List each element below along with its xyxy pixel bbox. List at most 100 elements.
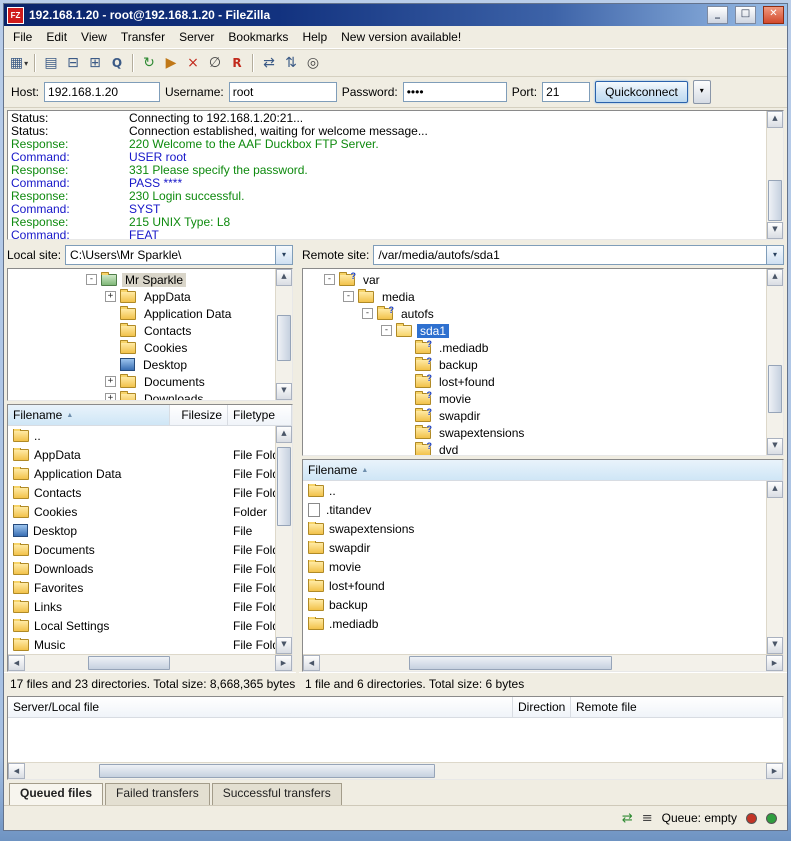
remote-tree-item-selected[interactable]: -sda1 — [303, 322, 766, 339]
column-header-filetype[interactable]: Filetype — [228, 405, 292, 425]
scroll-up-icon[interactable]: ▲ — [276, 269, 292, 286]
collapse-icon[interactable]: - — [324, 274, 335, 285]
title-bar[interactable]: FZ 192.168.1.20 - root@192.168.1.20 - Fi… — [4, 4, 787, 26]
local-list-vertical-scrollbar[interactable]: ▲ ▼ — [275, 426, 292, 654]
file-row[interactable]: swapextensions — [303, 519, 766, 538]
minimize-button[interactable]: _ — [707, 6, 728, 24]
filezilla-app-icon[interactable]: FZ — [7, 7, 24, 24]
file-row[interactable]: AppDataFile Folder — [8, 445, 275, 464]
refresh-button[interactable]: ↻ — [138, 52, 160, 74]
column-header-filename[interactable]: Filename▲ — [8, 405, 170, 425]
remote-site-combo[interactable]: /var/media/autofs/sda1 ▾ — [373, 245, 784, 265]
scrollbar-thumb[interactable] — [99, 764, 434, 778]
remote-tree-item[interactable]: .mediadb — [303, 339, 766, 356]
menu-file[interactable]: File — [6, 27, 39, 47]
file-row[interactable]: .titandev — [303, 500, 766, 519]
menu-bookmarks[interactable]: Bookmarks — [221, 27, 295, 47]
file-row[interactable]: LinksFile Folder — [8, 597, 275, 616]
local-tree-item[interactable]: Contacts — [8, 322, 275, 339]
file-row[interactable]: .. — [8, 426, 275, 445]
remote-list-vertical-scrollbar[interactable]: ▲ ▼ — [766, 481, 783, 654]
collapse-icon[interactable]: - — [343, 291, 354, 302]
scroll-left-icon[interactable]: ◀ — [303, 655, 320, 671]
column-header-remote-file[interactable]: Remote file — [571, 697, 783, 717]
file-row[interactable]: FavoritesFile Folder — [8, 578, 275, 597]
local-tree-item[interactable]: Application Data — [8, 305, 275, 322]
local-site-combo[interactable]: C:\Users\Mr Sparkle\ ▾ — [65, 245, 293, 265]
scrollbar-thumb[interactable] — [768, 180, 782, 221]
file-row[interactable]: MusicFile Folder — [8, 635, 275, 654]
collapse-icon[interactable]: - — [381, 325, 392, 336]
toggle-remote-tree-button[interactable]: ⊞ — [84, 52, 106, 74]
remote-tree-item[interactable]: dvd — [303, 441, 766, 455]
scrollbar-track[interactable] — [320, 655, 766, 671]
menu-view[interactable]: View — [74, 27, 114, 47]
cancel-button[interactable]: × — [182, 52, 204, 74]
collapse-icon[interactable]: - — [86, 274, 97, 285]
file-row[interactable]: Application DataFile Folder — [8, 464, 275, 483]
local-tree-item[interactable]: +Downloads — [8, 390, 275, 400]
local-list-horizontal-scrollbar[interactable]: ◀ ▶ — [8, 654, 292, 671]
scroll-right-icon[interactable]: ▶ — [766, 655, 783, 671]
scrollbar-track[interactable] — [767, 128, 783, 222]
password-input[interactable] — [403, 82, 507, 102]
scrollbar-track[interactable] — [25, 655, 275, 671]
reconnect-button[interactable]: R — [226, 52, 248, 74]
tab-failed-transfers[interactable]: Failed transfers — [105, 783, 210, 807]
local-tree-vertical-scrollbar[interactable]: ▲ ▼ — [275, 269, 292, 400]
remote-list-horizontal-scrollbar[interactable]: ◀ ▶ — [303, 654, 783, 671]
host-input[interactable] — [44, 82, 160, 102]
local-tree-item[interactable]: Desktop — [8, 356, 275, 373]
scrollbar-thumb[interactable] — [88, 656, 170, 670]
scrollbar-track[interactable] — [276, 443, 292, 637]
file-row[interactable]: CookiesFolder — [8, 502, 275, 521]
remote-tree-item[interactable]: backup — [303, 356, 766, 373]
scroll-up-icon[interactable]: ▲ — [767, 111, 783, 128]
column-header-filesize[interactable]: Filesize — [170, 405, 228, 425]
file-row[interactable]: .mediadb — [303, 614, 766, 633]
file-row[interactable]: .. — [303, 481, 766, 500]
scroll-down-icon[interactable]: ▼ — [767, 438, 783, 455]
file-row[interactable]: DesktopFile — [8, 521, 275, 540]
expand-icon[interactable]: + — [105, 376, 116, 387]
scrollbar-track[interactable] — [767, 498, 783, 637]
log-vertical-scrollbar[interactable]: ▲ ▼ — [766, 111, 783, 239]
sync-browsing-button[interactable]: ⇅ — [280, 52, 302, 74]
menu-help[interactable]: Help — [295, 27, 334, 47]
local-tree-item[interactable]: +Documents — [8, 373, 275, 390]
port-input[interactable] — [542, 82, 590, 102]
chevron-down-icon[interactable]: ▾ — [766, 246, 783, 264]
remote-tree-item[interactable]: swapdir — [303, 407, 766, 424]
directory-listing-icon[interactable]: ≡ — [642, 811, 653, 826]
scroll-up-icon[interactable]: ▲ — [767, 269, 783, 286]
quickconnect-dropdown-button[interactable]: ▾ — [693, 80, 711, 104]
scroll-right-icon[interactable]: ▶ — [766, 763, 783, 779]
local-tree-item[interactable]: -Mr Sparkle — [8, 271, 275, 288]
expand-icon[interactable]: + — [105, 393, 116, 400]
file-row[interactable]: Local SettingsFile Folder — [8, 616, 275, 635]
file-row[interactable]: backup — [303, 595, 766, 614]
remote-tree-item[interactable]: swapextensions — [303, 424, 766, 441]
tab-successful-transfers[interactable]: Successful transfers — [212, 783, 342, 807]
tab-queued-files[interactable]: Queued files — [9, 783, 103, 807]
queue-empty-area[interactable] — [8, 718, 783, 762]
scrollbar-thumb[interactable] — [768, 365, 782, 413]
process-queue-button[interactable]: ▶ — [160, 52, 182, 74]
scroll-up-icon[interactable]: ▲ — [276, 426, 292, 443]
scroll-down-icon[interactable]: ▼ — [767, 637, 783, 654]
scrollbar-track[interactable] — [25, 763, 766, 779]
toggle-local-tree-button[interactable]: ⊟ — [62, 52, 84, 74]
file-row[interactable]: DownloadsFile Folder — [8, 559, 275, 578]
local-tree-item[interactable]: Cookies — [8, 339, 275, 356]
site-manager-button[interactable]: ▦▾ — [8, 52, 30, 74]
chevron-down-icon[interactable]: ▾ — [275, 246, 292, 264]
file-row[interactable]: ContactsFile Folder — [8, 483, 275, 502]
file-row[interactable]: movie — [303, 557, 766, 576]
column-header-direction[interactable]: Direction — [513, 697, 571, 717]
remote-tree-item[interactable]: -autofs — [303, 305, 766, 322]
file-row[interactable]: swapdir — [303, 538, 766, 557]
toggle-log-button[interactable]: ▤ — [40, 52, 62, 74]
username-input[interactable] — [229, 82, 337, 102]
collapse-icon[interactable]: - — [362, 308, 373, 319]
maximize-button[interactable]: □ — [735, 6, 756, 24]
